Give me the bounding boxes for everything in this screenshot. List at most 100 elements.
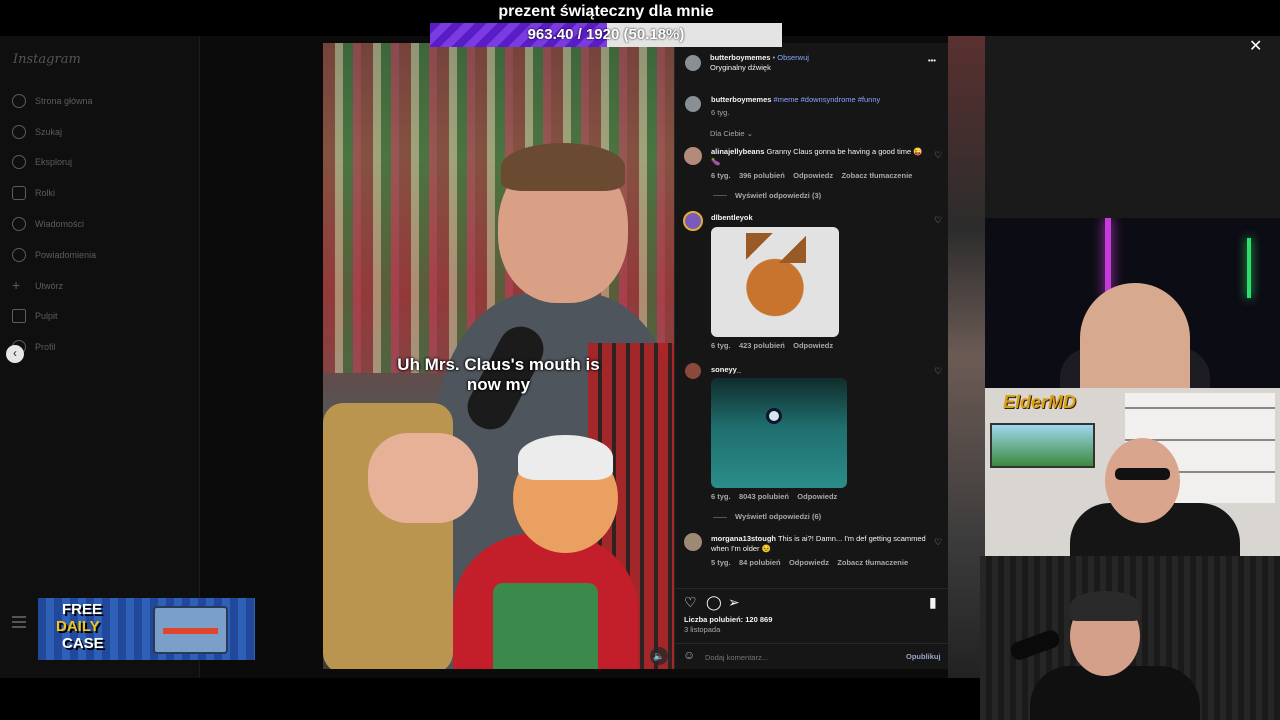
comment-likes[interactable]: 8043 polubień: [739, 492, 789, 501]
emoji-icon[interactable]: ☺: [683, 648, 695, 662]
comment-sort-dropdown[interactable]: Dla Ciebie ⌄: [710, 129, 753, 139]
add-comment-bar: ☺ Opublikuj: [675, 643, 949, 669]
green-led-light: [1247, 238, 1251, 298]
author-avatar[interactable]: [685, 55, 701, 71]
commenter-avatar[interactable]: [684, 533, 702, 551]
dashboard-icon: [12, 309, 26, 323]
video-caption: Uh Mrs. Claus's mouth is now my: [323, 355, 674, 395]
post-date: 3 listopada: [684, 625, 721, 634]
reply-button[interactable]: Odpowiedz: [789, 558, 829, 567]
commenter-avatar[interactable]: [685, 363, 701, 379]
nav-explore[interactable]: Eksploruj: [12, 152, 72, 172]
mrs-claus-apron: [493, 583, 598, 669]
like-comment-icon[interactable]: ♡: [934, 537, 942, 548]
comment-gif-fox[interactable]: [711, 227, 839, 337]
comment-body: This is ai?! Damn... I'm def getting sca…: [777, 534, 926, 543]
save-bookmark-icon[interactable]: ▮: [929, 594, 937, 611]
nav-label: Szukaj: [35, 127, 63, 137]
comment-time: 6 tyg.: [711, 341, 731, 350]
more-options-icon[interactable]: •••: [928, 56, 936, 66]
commenter-avatar[interactable]: [684, 147, 702, 165]
share-icon[interactable]: ➢: [728, 594, 740, 611]
reply-button[interactable]: Odpowiedz: [793, 341, 833, 350]
comment-username[interactable]: morgana13stough: [711, 534, 776, 543]
author-username[interactable]: butterboymemes: [710, 53, 770, 62]
fox-ears-graphic: [746, 233, 806, 263]
caption-line: now my: [466, 375, 531, 394]
like-comment-icon[interactable]: ♡: [934, 150, 942, 161]
reply-button[interactable]: Odpowiedz: [797, 492, 837, 501]
nav-label: Profil: [35, 342, 56, 352]
nav-reels[interactable]: Rolki: [12, 183, 55, 203]
author-username[interactable]: butterboymemes: [711, 95, 771, 104]
close-icon[interactable]: ✕: [1249, 36, 1262, 56]
robot-eye-graphic: [766, 408, 782, 424]
translate-button[interactable]: Zobacz tłumaczenie: [837, 558, 908, 567]
comment-username[interactable]: dlbentleyok: [711, 213, 753, 223]
sunglasses-graphic: [1115, 468, 1170, 480]
like-icon[interactable]: ♡: [684, 594, 697, 611]
free-daily-case-banner[interactable]: FREE DAILY CASE: [38, 598, 255, 660]
messages-icon: [12, 217, 26, 231]
nav-label: Pulpit: [35, 311, 58, 321]
audio-label[interactable]: Oryginalny dźwięk: [710, 63, 771, 73]
likes-count[interactable]: Liczba polubień: 120 869: [684, 615, 772, 625]
comment-body-line2: when I'm older 😣: [711, 544, 771, 553]
aquarium-graphic: [990, 423, 1095, 468]
streamer-hair-graphic: [1070, 591, 1140, 621]
translate-button[interactable]: Zobacz tłumaczenie: [841, 171, 912, 180]
post-video[interactable]: Uh Mrs. Claus's mouth is now my 🔈: [323, 43, 674, 669]
author-avatar[interactable]: [685, 96, 701, 112]
nav-create[interactable]: + Utwórz: [12, 276, 63, 296]
follow-button[interactable]: Obserwuj: [777, 53, 809, 62]
nav-notifications[interactable]: Powiadomienia: [12, 245, 96, 265]
comment-likes[interactable]: 84 polubień: [739, 558, 781, 567]
like-comment-icon[interactable]: ♡: [934, 215, 942, 226]
nav-label: Utwórz: [35, 281, 64, 291]
instagram-logo[interactable]: Instagram: [13, 52, 81, 67]
comment-gif-plankton[interactable]: [711, 378, 847, 488]
goal-progress-text: 963.40 / 1920 (50.18%): [527, 26, 685, 43]
comment-likes[interactable]: 423 polubień: [739, 341, 785, 350]
promo-text-daily: DAILY: [56, 618, 100, 635]
replies-divider: [713, 517, 727, 518]
comment-meta: 5 tyg. 84 polubień Odpowiedz Zobacz tłum…: [711, 558, 908, 568]
person-hair-graphic: [501, 143, 625, 191]
pointing-hand-graphic: [368, 433, 478, 523]
volume-icon[interactable]: 🔈: [650, 647, 668, 665]
publish-button[interactable]: Opublikuj: [906, 652, 941, 662]
comment-username[interactable]: soneyy_: [711, 365, 741, 375]
explore-icon: [12, 155, 26, 169]
elder-logo: ElderMD: [1003, 392, 1077, 412]
view-replies-button[interactable]: Wyświetl odpowiedzi (6): [735, 512, 821, 522]
home-icon: [12, 94, 26, 108]
comment-icon[interactable]: ◯: [706, 594, 722, 611]
post-description: butterboymemes #meme #downsyndrome #funn…: [711, 95, 880, 105]
menu-icon[interactable]: [12, 616, 26, 628]
comment-username[interactable]: alinajellybeans: [711, 147, 764, 156]
nav-messages[interactable]: Wiadomości: [12, 214, 84, 234]
webcam-bottom: [980, 556, 1280, 720]
comment-likes[interactable]: 396 polubień: [739, 171, 785, 180]
comment-meta: 6 tyg. 396 polubień Odpowiedz Zobacz tłu…: [711, 171, 912, 181]
goal-title: prezent świąteczny dla mnie: [498, 3, 714, 20]
streamer-head-graphic: [1080, 283, 1190, 388]
nav-home[interactable]: Strona główna: [12, 91, 93, 111]
search-icon: [12, 125, 26, 139]
nav-search[interactable]: Szukaj: [12, 122, 62, 142]
comment-text: morgana13stough This is ai?! Damn... I'm…: [711, 534, 931, 554]
nav-label: Rolki: [35, 188, 56, 198]
previous-post-button[interactable]: ‹: [6, 345, 24, 363]
like-comment-icon[interactable]: ♡: [934, 366, 942, 377]
add-comment-input[interactable]: [703, 650, 883, 664]
nav-label: Wiadomości: [35, 219, 85, 229]
comment-time: 6 tyg.: [711, 492, 731, 501]
comment-body: Granny Claus gonna be having a good time…: [766, 147, 923, 156]
hashtags[interactable]: #meme #downsyndrome #funny: [774, 95, 881, 104]
caption-line: Uh Mrs. Claus's mouth is: [397, 355, 600, 374]
reply-button[interactable]: Odpowiedz: [793, 171, 833, 180]
nav-dashboard[interactable]: Pulpit: [12, 306, 58, 326]
commenter-avatar[interactable]: [683, 211, 703, 231]
view-replies-button[interactable]: Wyświetl odpowiedzi (3): [735, 191, 821, 201]
purple-led-light: [1105, 218, 1111, 298]
